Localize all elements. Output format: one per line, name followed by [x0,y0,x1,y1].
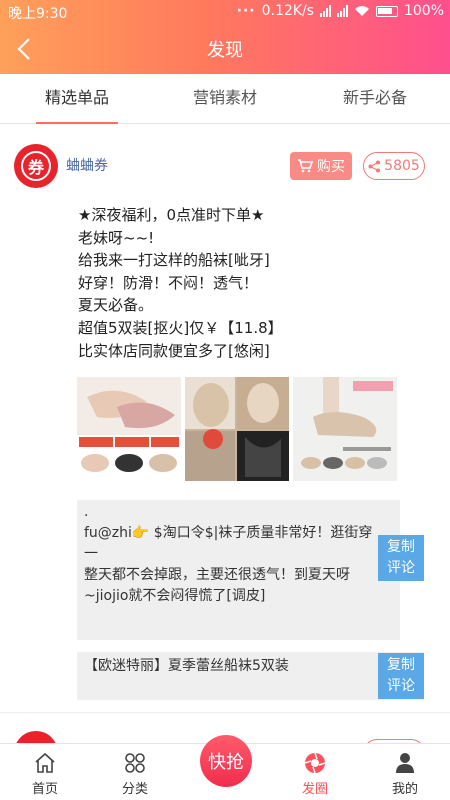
avatar[interactable]: 券 [14,144,58,188]
post-text-line: 给我来一打这样的船袜[呲牙] [78,251,270,270]
product-images [77,377,397,481]
bottom-nav: 首页 分类 快抢 发圈 我的 [0,735,450,800]
quick-grab-button[interactable]: 快抢 [200,735,252,787]
nav-profile[interactable]: 我的 [370,744,440,800]
comment-text: . fu@zhi👉 $淘口令$|袜子质量非常好！逛街穿一 整天都不会掉跟，主要还… [84,502,379,607]
copy-title-button[interactable]: 复制 评论 [378,653,424,699]
copy-title-label-2: 评论 [387,678,415,694]
post-text-line: 超值5双装[抠火]仅￥【11.8】 [78,318,283,337]
post-text-line: ★深夜福利，0点准时下单★ [78,206,265,224]
wifi-icon [354,6,369,16]
post-text-line: 比实体店同款便宜多了[悠闲] [78,341,270,360]
nav-home-label: 首页 [31,782,58,797]
notification-dots: ··· [236,3,256,19]
comment-line: . [84,504,89,520]
next-post-avatar[interactable] [14,731,58,743]
share-icon [368,160,381,172]
buy-button[interactable]: 购买 [290,152,352,180]
nav-home[interactable]: 首页 [10,744,80,800]
comment-line: ~jiojio就不会闷得慌了[调皮] [84,588,266,604]
feed[interactable]: 券 蛐蛐券 购买 5805 ★深夜福利，0点准时下单★ 老妹呀~~! 给我来一打… [0,125,450,743]
aperture-icon [304,752,326,774]
share-button[interactable]: 5805 [363,152,425,180]
tab-beginner-essentials[interactable]: 新手必备 [342,74,408,124]
cart-icon [298,159,313,173]
post-text-line: 老妹呀~~! [78,228,155,247]
copy-comment-label-1: 复制 [387,539,415,555]
tab-marketing-materials[interactable]: 营销素材 [192,74,258,124]
comment-line: fu@zhi👉 $淘口令$|袜子质量非常好！逛街穿一 [84,525,373,562]
nav-profile-label: 我的 [391,782,418,797]
home-icon [35,752,55,773]
author-name[interactable]: 蛐蛐券 [66,155,108,175]
nav-category-label: 分类 [121,782,148,797]
recommended-comment: . fu@zhi👉 $淘口令$|袜子质量非常好！逛街穿一 整天都不会掉跟，主要还… [77,500,400,640]
signal-icon [319,5,331,17]
product-title: 【欧迷特丽】夏季蕾丝船袜5双装 [84,658,289,674]
user-icon [396,753,414,773]
avatar-coupon-text: 券 [21,151,51,181]
lace-sock-product-image-2[interactable] [185,377,289,481]
battery-icon [375,5,398,17]
page-title: 发现 [207,40,243,61]
lace-sock-product-image-1[interactable] [77,377,181,481]
signal-icon-2 [336,5,348,17]
copy-title-label-1: 复制 [387,657,415,673]
product-title-box: 【欧迷特丽】夏季蕾丝船袜5双装 [77,652,424,700]
post-text: ★深夜福利，0点准时下单★ 老妹呀~~! 给我来一打这样的船袜[呲牙] 好穿！防… [78,204,283,362]
tab-featured-items[interactable]: 精选单品 [36,74,118,124]
status-time: 晚上9:30 [8,6,68,22]
post-text-line: 好穿！防滑！不闷！透气！ [78,273,259,292]
tab-bar: 精选单品 营销素材 新手必备 [0,74,450,124]
post-text-line: 夏天必备。 [78,296,154,315]
comment-line: 整天都不会掉跟，主要还很透气！到夏天呀 [84,567,350,583]
nav-moments-label: 发圈 [301,782,328,797]
battery-percent: 100% [403,3,444,19]
post-divider [0,712,450,713]
grid-icon [125,753,145,773]
lace-sock-product-image-3[interactable] [293,377,397,481]
nav-bar: 发现 [0,24,450,74]
buy-label: 购买 [317,159,345,175]
status-bar: 晚上9:30 ··· 0.12K/s 100% [0,0,450,24]
nav-moments[interactable]: 发圈 [280,744,350,800]
copy-comment-button[interactable]: 复制 评论 [378,535,424,581]
nav-category[interactable]: 分类 [100,744,170,800]
header-bar: 晚上9:30 ··· 0.12K/s 100% 发现 [0,0,450,74]
share-count: 5805 [384,158,420,174]
network-speed: 0.12K/s [261,3,314,19]
copy-comment-label-2: 评论 [387,560,415,576]
status-indicators: ··· 0.12K/s 100% [237,3,444,19]
